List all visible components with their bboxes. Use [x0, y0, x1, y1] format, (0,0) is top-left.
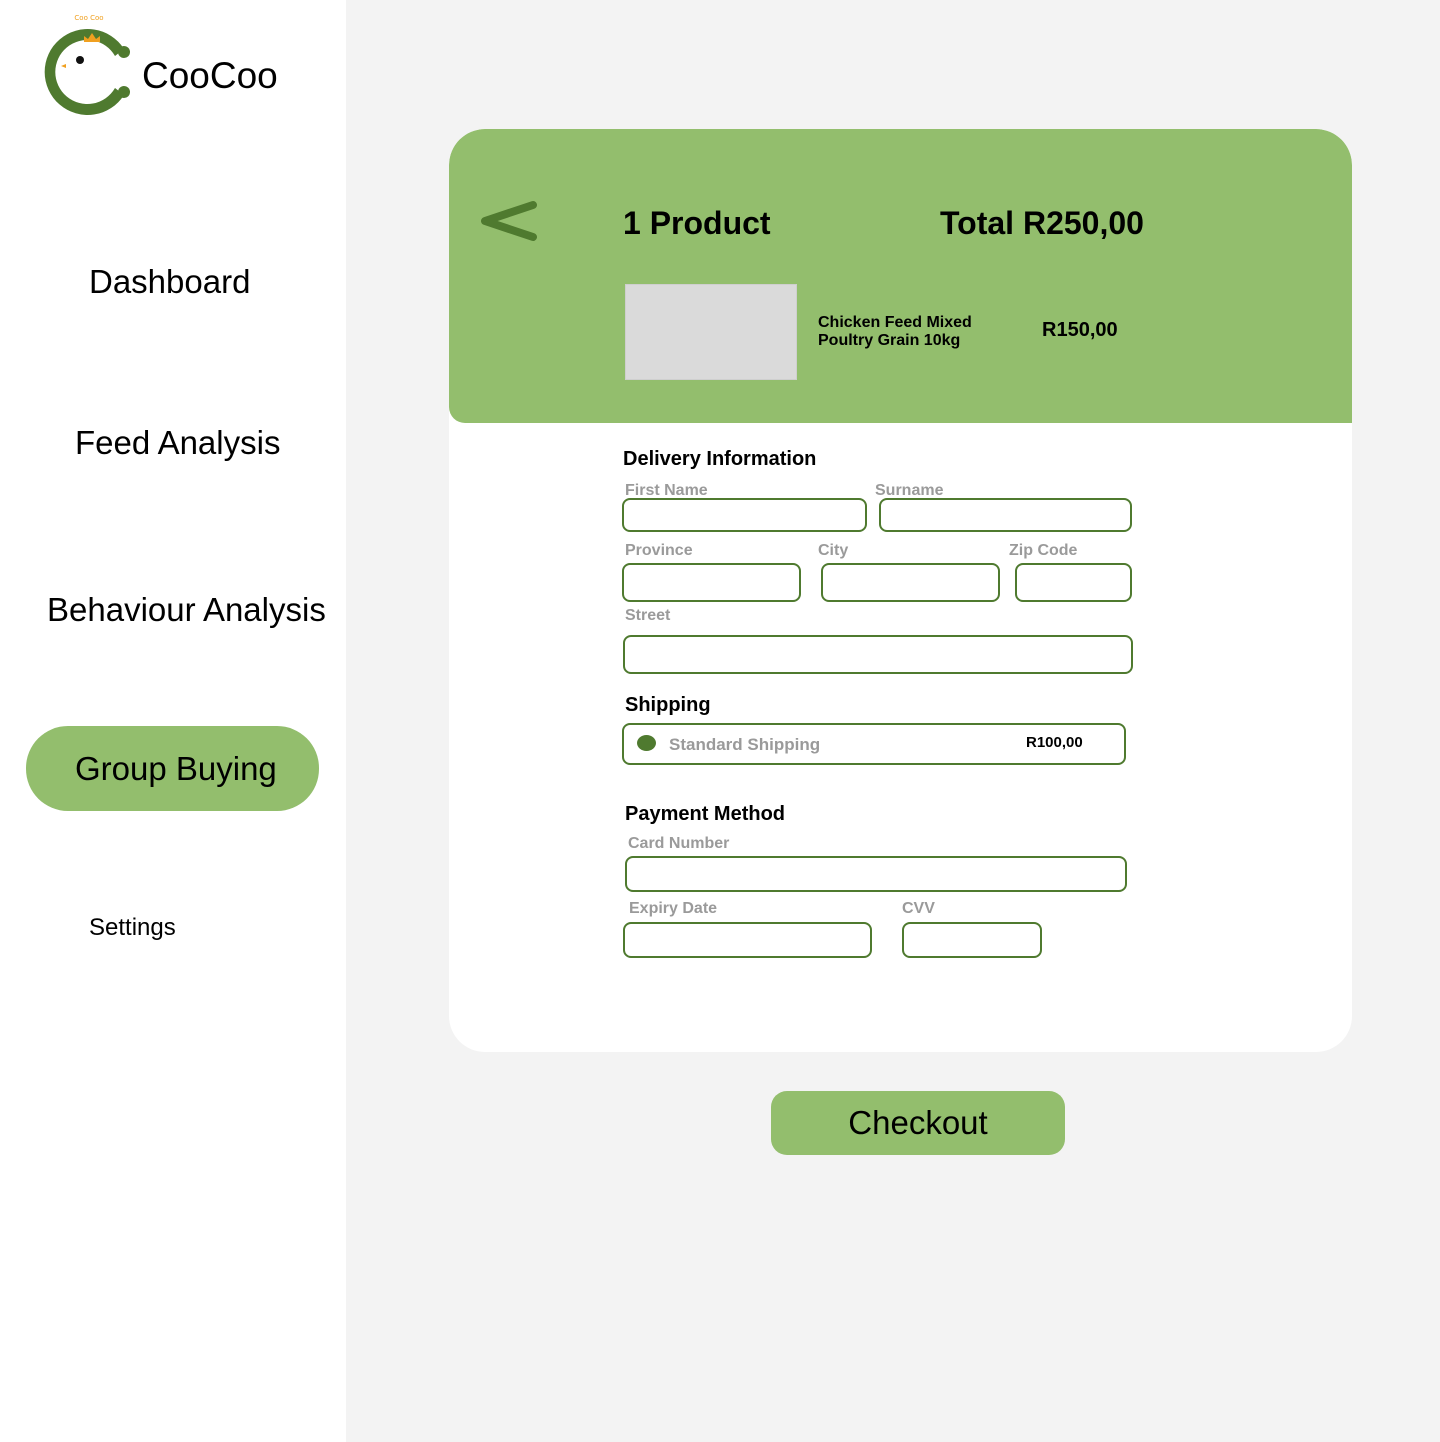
- brand-name: CooCoo: [142, 55, 278, 96]
- checkout-card: 1 Product Total R250,00 Chicken Feed Mix…: [449, 129, 1352, 1052]
- street-field[interactable]: [623, 635, 1133, 674]
- expiry-date-label: Expiry Date: [629, 900, 718, 917]
- card-number-label: Card Number: [628, 835, 730, 852]
- shipping-option-standard[interactable]: Standard Shipping R100,00: [622, 723, 1126, 765]
- logo-text: Coo Coo: [74, 14, 103, 22]
- province-label: Province: [625, 542, 693, 559]
- nav-item-label: Dashboard: [89, 263, 251, 300]
- cart-summary: 1 Product Total R250,00 Chicken Feed Mix…: [449, 129, 1352, 423]
- product-name-line: Poultry Grain 10kg: [818, 332, 961, 349]
- zip-code-field[interactable]: [1015, 563, 1132, 602]
- expiry-date-field[interactable]: [623, 922, 872, 958]
- checkout-button[interactable]: Checkout: [771, 1091, 1065, 1155]
- first-name-field[interactable]: [622, 498, 867, 532]
- street-label: Street: [625, 607, 671, 624]
- payment-title: Payment Method: [625, 803, 786, 825]
- coocoo-logo-icon: Coo Coo: [44, 12, 136, 118]
- sidebar: Coo Coo CooCoo Dashboard Feed Analysis B…: [0, 0, 346, 1442]
- cvv-field[interactable]: [902, 922, 1042, 958]
- product-name-line: Chicken Feed Mixed: [818, 314, 972, 331]
- nav-item-label: Feed Analysis: [75, 424, 281, 461]
- city-label: City: [818, 542, 849, 559]
- nav-item-group-buying[interactable]: Group Buying: [26, 726, 319, 811]
- nav-item-label: Group Buying: [75, 750, 277, 787]
- cart-total: Total R250,00: [940, 205, 1144, 241]
- delivery-title: Delivery Information: [623, 448, 817, 470]
- surname-field[interactable]: [879, 498, 1132, 532]
- nav-item-label: Settings: [89, 914, 176, 941]
- product-name: Chicken Feed Mixed Poultry Grain 10kg: [818, 314, 1018, 350]
- product-image: [625, 284, 797, 380]
- city-field[interactable]: [821, 563, 1000, 602]
- card-number-field[interactable]: [625, 856, 1127, 892]
- product-price: R150,00: [1042, 319, 1118, 341]
- cvv-label: CVV: [902, 900, 935, 917]
- shipping-option-price: R100,00: [1026, 734, 1083, 751]
- chevron-left-icon[interactable]: [477, 199, 543, 245]
- shipping-title: Shipping: [625, 694, 711, 716]
- radio-selected-icon[interactable]: [637, 735, 656, 751]
- product-count: 1 Product: [623, 205, 771, 241]
- province-field[interactable]: [622, 563, 801, 602]
- nav-item-label: Behaviour Analysis: [47, 591, 326, 628]
- zip-code-label: Zip Code: [1009, 542, 1078, 559]
- shipping-option-name: Standard Shipping: [669, 735, 821, 754]
